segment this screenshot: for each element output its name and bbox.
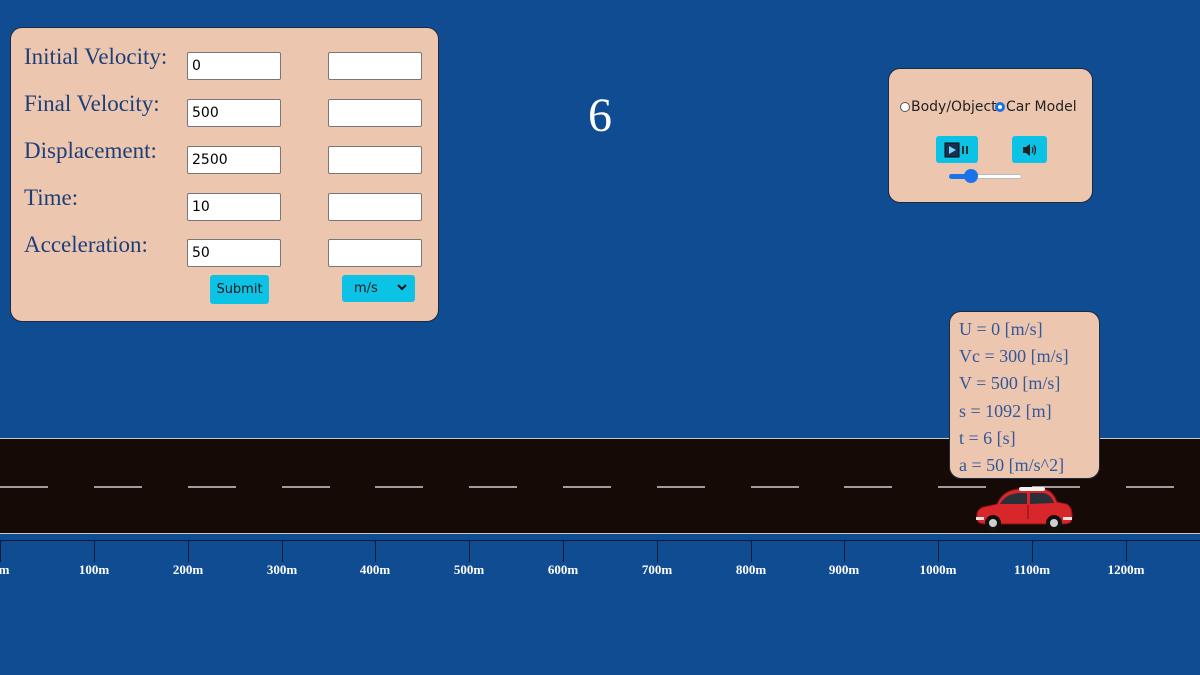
final-velocity-label: Final Velocity:	[24, 91, 160, 116]
lane-dash	[0, 486, 48, 488]
acceleration-result[interactable]	[328, 239, 422, 267]
acceleration-label: Acceleration:	[24, 232, 148, 257]
lane-dash	[469, 486, 517, 488]
radio-button-body[interactable]	[900, 102, 910, 112]
ruler-label: 700m	[641, 562, 673, 577]
chevron-down-icon	[397, 284, 407, 291]
motion-info-panel: U = 0 [m/s] Vc = 300 [m/s] V = 500 [m/s]…	[949, 311, 1100, 479]
ruler-tick	[0, 540, 1, 562]
play-pause-icon	[944, 142, 968, 157]
lane-dash	[751, 486, 799, 488]
ruler-label: 1000m	[919, 562, 957, 577]
unit-select-value: m/s	[354, 281, 378, 296]
displacement-label: Displacement:	[24, 138, 157, 163]
info-initial-velocity: U = 0 [m/s]	[959, 319, 1043, 339]
unit-select[interactable]: m/s	[342, 275, 415, 302]
lane-dash	[282, 486, 330, 488]
lane-dash	[188, 486, 236, 488]
lane-dash	[844, 486, 892, 488]
lane-dash	[657, 486, 705, 488]
ruler-tick	[1032, 540, 1033, 562]
radio-button-car[interactable]	[995, 102, 1005, 112]
volume-slider-thumb[interactable]	[963, 169, 978, 183]
ruler-label: 1100m	[1013, 562, 1051, 577]
car-icon	[976, 487, 1073, 531]
kinematics-input-panel: Initial Velocity: Final Velocity: Displa…	[10, 27, 439, 322]
displacement-result[interactable]	[328, 146, 422, 174]
displacement-input[interactable]	[187, 146, 281, 174]
ruler-label: 1200m	[1107, 562, 1145, 577]
sound-button[interactable]	[1012, 136, 1047, 163]
radio-body-object[interactable]: Body/Object	[900, 99, 997, 115]
ruler-tick	[751, 540, 752, 562]
submit-button[interactable]: Submit	[210, 275, 269, 304]
initial-velocity-label: Initial Velocity:	[24, 44, 168, 69]
radio-car-label: Car Model	[1006, 99, 1077, 115]
ruler-label: 300m	[266, 562, 298, 577]
initial-velocity-result[interactable]	[328, 52, 422, 80]
elapsed-time-display: 6	[588, 89, 612, 142]
simulation-control-panel: Body/Object Car Model	[888, 68, 1093, 203]
final-velocity-input[interactable]	[187, 99, 281, 127]
ruler-tick	[188, 540, 189, 562]
ruler-label: m	[0, 562, 10, 577]
ruler-label: 900m	[828, 562, 860, 577]
speaker-icon	[1022, 143, 1036, 156]
final-velocity-result[interactable]	[328, 99, 422, 127]
time-label: Time:	[24, 185, 79, 210]
info-time: t = 6 [s]	[959, 427, 1016, 448]
play-pause-button[interactable]	[936, 136, 978, 163]
ruler-tick	[375, 540, 376, 562]
ruler-label: 200m	[172, 562, 204, 577]
ruler-label: 400m	[359, 562, 391, 577]
time-result[interactable]	[328, 193, 422, 221]
info-acceleration: a = 50 [m/s^2]	[959, 455, 1065, 476]
distance-ruler	[0, 540, 1200, 541]
ruler-tick	[469, 540, 470, 562]
initial-velocity-input[interactable]	[187, 52, 281, 80]
ruler-tick	[1126, 540, 1127, 562]
ruler-tick	[844, 540, 845, 562]
lane-dash	[1126, 486, 1174, 488]
radio-body-label: Body/Object	[911, 99, 997, 115]
ruler-label: 800m	[735, 562, 767, 577]
volume-slider[interactable]	[949, 169, 1022, 183]
lane-dash	[375, 486, 423, 488]
ruler-tick	[282, 540, 283, 562]
lane-dash	[563, 486, 611, 488]
lane-dash	[94, 486, 142, 488]
info-current-velocity: Vc = 300 [m/s]	[959, 346, 1069, 367]
ruler-tick	[563, 540, 564, 562]
info-displacement: s = 1092 [m]	[959, 400, 1052, 421]
radio-car-model[interactable]: Car Model	[995, 99, 1077, 115]
info-final-velocity: V = 500 [m/s]	[959, 373, 1061, 394]
ruler-label: 100m	[78, 562, 110, 577]
ruler-label: 500m	[453, 562, 485, 577]
acceleration-input[interactable]	[187, 239, 281, 267]
ruler-tick	[657, 540, 658, 562]
time-input[interactable]	[187, 193, 281, 221]
ruler-label: 600m	[547, 562, 579, 577]
ruler-tick	[938, 540, 939, 562]
ruler-tick	[94, 540, 95, 562]
